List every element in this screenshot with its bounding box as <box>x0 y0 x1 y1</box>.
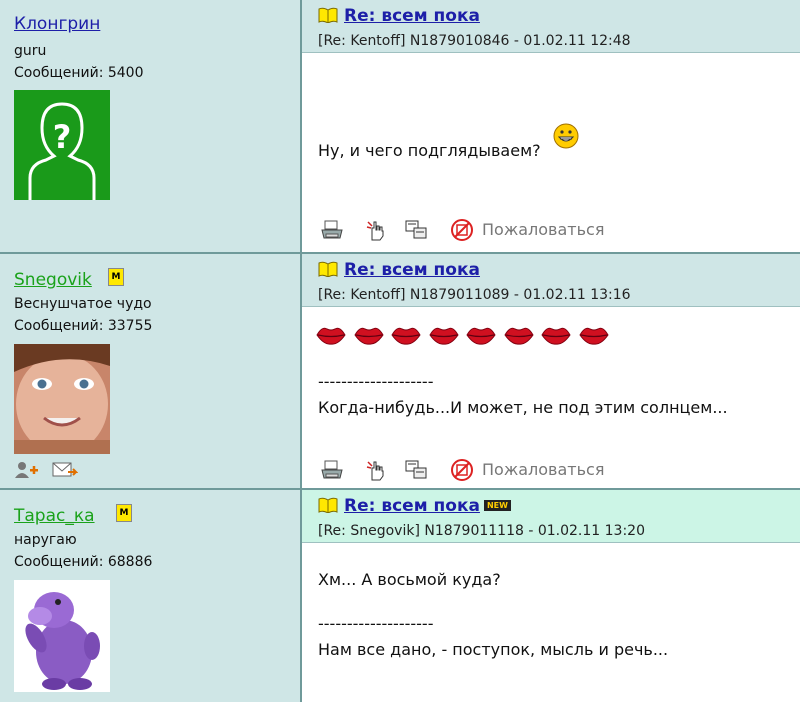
post-title-link[interactable]: Re: всем пока <box>318 6 480 26</box>
book-icon <box>318 7 338 23</box>
avatar[interactable] <box>14 580 110 692</box>
user-rank: Веснушчатое чудо <box>14 296 152 312</box>
lips-smiley-row <box>316 324 636 348</box>
moderator-badge-icon: M <box>108 268 124 286</box>
post-header: Re: всем пока [Re: Kentoff] N1879010846 … <box>302 0 800 53</box>
username-link[interactable]: Клонгрин <box>14 14 100 34</box>
avatar[interactable]: ? <box>14 90 110 200</box>
book-icon <box>318 261 338 277</box>
user-rank: наругаю <box>14 532 77 548</box>
user-panel: Тарас_ка M наругаю Сообщений: 68886 <box>0 490 302 702</box>
moderator-badge-icon: M <box>116 504 132 522</box>
user-post-count: Сообщений: 5400 <box>14 65 144 81</box>
post-signature: Когда-нибудь...И может, не под этим солн… <box>318 398 728 417</box>
lips-icon <box>541 327 571 345</box>
username-link[interactable]: Snegovik <box>14 270 92 290</box>
new-badge: NEW <box>483 500 511 511</box>
complain-icon[interactable] <box>450 458 474 482</box>
book-icon <box>318 497 338 513</box>
post-1: Клонгрин guru Сообщений: 5400 ? Re: всем… <box>0 0 800 252</box>
compare-icon[interactable] <box>404 218 428 242</box>
post-separator: -------------------- <box>318 614 434 633</box>
hand-pointer-icon[interactable] <box>364 458 388 482</box>
post-3: Тарас_ка M наругаю Сообщений: 68886 Re: … <box>0 490 800 702</box>
lips-icon <box>316 327 346 345</box>
post-title: Re: всем пока <box>344 260 480 280</box>
post-body: Re: всем пока [Re: Kentoff] N1879010846 … <box>302 0 800 252</box>
post-2: Snegovik M Веснушчатое чудо Сообщений: 3… <box>0 254 800 488</box>
post-header: Re: всем пока [Re: Kentoff] N1879011089 … <box>302 254 800 307</box>
hand-pointer-icon[interactable] <box>364 218 388 242</box>
post-title-link[interactable]: Re: всем пока NEW <box>318 496 511 516</box>
post-header: Re: всем пока NEW [Re: Snegovik] N1879011… <box>302 490 800 543</box>
post-meta: [Re: Snegovik] N1879011118 - 01.02.11 13… <box>318 523 645 539</box>
add-friend-icon[interactable] <box>14 460 40 480</box>
complain-icon[interactable] <box>450 218 474 242</box>
post-text: Хм... А восьмой куда? <box>318 570 501 589</box>
post-body: Re: всем пока NEW [Re: Snegovik] N1879011… <box>302 490 800 702</box>
complain-link[interactable]: Пожаловаться <box>482 460 604 479</box>
printer-icon[interactable] <box>320 218 344 242</box>
svg-text:?: ? <box>53 118 72 156</box>
lips-icon <box>578 327 609 345</box>
lips-icon <box>353 327 384 345</box>
printer-icon[interactable] <box>320 458 344 482</box>
post-separator: -------------------- <box>318 372 434 391</box>
user-post-count: Сообщений: 33755 <box>14 318 153 334</box>
grin-smiley-icon <box>553 123 579 149</box>
post-actions: Пожаловаться <box>320 218 740 244</box>
user-panel: Клонгрин guru Сообщений: 5400 ? <box>0 0 302 252</box>
user-post-count: Сообщений: 68886 <box>14 554 153 570</box>
post-meta: [Re: Kentoff] N1879011089 - 01.02.11 13:… <box>318 287 631 303</box>
post-signature: Нам все дано, - поступок, мысль и речь..… <box>318 640 669 659</box>
lips-icon <box>391 327 421 345</box>
compare-icon[interactable] <box>404 458 428 482</box>
username-link[interactable]: Тарас_ка <box>14 506 95 526</box>
post-title-link[interactable]: Re: всем пока <box>318 260 480 280</box>
post-meta: [Re: Kentoff] N1879010846 - 01.02.11 12:… <box>318 33 631 49</box>
user-rank: guru <box>14 43 47 59</box>
user-panel: Snegovik M Веснушчатое чудо Сообщений: 3… <box>0 254 302 488</box>
post-body: Re: всем пока [Re: Kentoff] N1879011089 … <box>302 254 800 488</box>
avatar[interactable] <box>14 344 110 454</box>
post-actions: Пожаловаться <box>320 458 740 484</box>
complain-link[interactable]: Пожаловаться <box>482 220 604 239</box>
lips-icon <box>428 327 459 345</box>
lips-icon <box>503 327 534 345</box>
post-text: Ну, и чего подглядываем? <box>318 141 541 160</box>
lips-icon <box>466 327 496 345</box>
post-text-line: Ну, и чего подглядываем? <box>318 122 580 160</box>
post-title: Re: всем пока <box>344 6 480 26</box>
post-title: Re: всем пока <box>344 496 480 516</box>
send-message-icon[interactable] <box>52 460 78 480</box>
